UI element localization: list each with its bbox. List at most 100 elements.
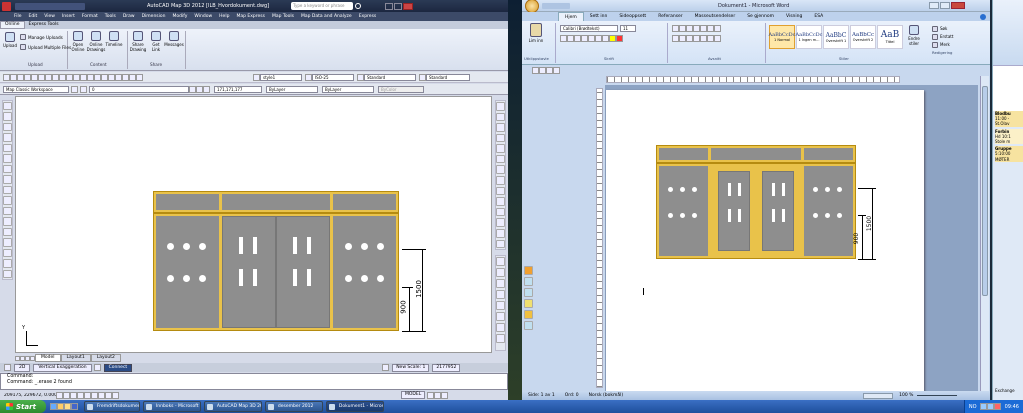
underline-icon[interactable] (574, 35, 581, 42)
new-icon[interactable] (3, 73, 10, 81)
upload-multiple-button[interactable]: Upload Multiple Files (20, 44, 71, 50)
appointment-item[interactable]: St.Olav (995, 121, 1023, 127)
ie-icon[interactable] (49, 403, 57, 410)
explorer-icon[interactable] (63, 403, 71, 410)
linetype-select[interactable]: ByLayer (266, 85, 318, 93)
redo-icon[interactable] (80, 73, 87, 81)
menu-modify[interactable]: Modify (173, 14, 188, 19)
vertical-ruler[interactable] (596, 88, 603, 388)
taskbar-window-dokument1[interactable]: Dokument1 - Microsof... (325, 401, 384, 412)
workspace-select[interactable]: Map Classic Workspace (3, 85, 69, 93)
superscript-icon[interactable] (595, 35, 602, 42)
copy-icon[interactable] (52, 73, 59, 81)
pan-nav-icon[interactable] (496, 257, 505, 266)
status-language[interactable]: Norsk (bokmål) (589, 393, 623, 398)
grid-icon[interactable] (63, 391, 70, 399)
subscript-icon[interactable] (588, 35, 595, 42)
dim-style-select[interactable]: ISO-25 (312, 73, 354, 81)
sheetset-icon[interactable] (136, 73, 143, 81)
style-title[interactable]: AaB Tittel (877, 25, 903, 49)
appointment-item[interactable]: MØTER (995, 156, 1023, 162)
menu-window[interactable]: Window (194, 14, 212, 19)
toolpalette-icon[interactable] (129, 73, 136, 81)
dropdown-icon[interactable] (93, 364, 101, 371)
close-icon[interactable] (403, 2, 414, 10)
bold-icon[interactable] (560, 35, 567, 42)
pan-icon[interactable] (87, 73, 94, 81)
status-new-scale[interactable]: New Scale: 1 (392, 363, 430, 372)
menu-map-express[interactable]: Map Express (236, 14, 265, 19)
make-block-icon[interactable] (3, 227, 12, 237)
font-color-icon[interactable] (616, 35, 623, 42)
point-icon[interactable] (3, 238, 12, 247)
scale-icon[interactable] (496, 176, 505, 185)
tab-sett-inn[interactable]: Sett inn (584, 12, 614, 21)
tab-sideoppsett[interactable]: Sideoppsett (613, 12, 652, 21)
online-drawings-button[interactable]: Online Drawings (87, 31, 105, 52)
style-heading-2[interactable]: AaBbCc Overskrift 2 (850, 25, 876, 49)
mirror-icon[interactable] (496, 123, 505, 132)
scroll-thumb[interactable] (982, 86, 988, 296)
font-size-select[interactable]: 11 (620, 25, 636, 32)
style-heading-1[interactable]: AaBbC Overskrift 1 (823, 25, 849, 49)
document-page[interactable]: 900 1500 (606, 90, 924, 391)
tab-hjem[interactable]: Hjem (558, 11, 584, 22)
maximize-icon[interactable] (940, 2, 951, 9)
calendar-app-icon[interactable] (523, 266, 533, 275)
print-icon[interactable] (24, 73, 31, 81)
zoom-previous-icon[interactable] (108, 73, 115, 81)
menu-map-tools[interactable]: Map Tools (272, 14, 294, 19)
get-link-button[interactable]: Get Link (148, 31, 164, 52)
table-style-select[interactable]: Standard (364, 73, 416, 81)
status-vertical-exaggeration[interactable]: Vertical Exaggeration (33, 363, 92, 372)
status-model[interactable]: MODEL (401, 391, 426, 399)
orbit-icon[interactable] (496, 279, 505, 288)
plotstyle-select[interactable]: ByColor (378, 85, 424, 93)
font-name-select[interactable]: Calibri (Brødtekst) (560, 25, 618, 32)
menu-help[interactable]: Help (219, 14, 229, 19)
menu-express[interactable]: Express (359, 14, 377, 19)
status-page[interactable]: Side: 1 av 1 (528, 393, 555, 398)
numbering-icon[interactable] (679, 25, 686, 32)
ellipse-icon[interactable] (3, 196, 12, 205)
open-icon[interactable] (10, 73, 17, 81)
contacts-app-icon[interactable] (523, 277, 533, 286)
find-button[interactable]: Søk (932, 25, 972, 33)
menu-edit[interactable]: Edit (29, 14, 38, 19)
chamfer-icon[interactable] (496, 239, 505, 249)
tab-esa[interactable]: ESA (808, 12, 829, 21)
highlight-icon[interactable] (609, 35, 616, 42)
maximize-icon[interactable] (394, 2, 403, 10)
upload-button[interactable]: Upload (2, 32, 18, 48)
autocad-app-icon[interactable] (2, 1, 11, 11)
dyn-icon[interactable] (105, 391, 112, 399)
stretch-icon[interactable] (496, 186, 505, 196)
search-icon[interactable] (355, 3, 362, 9)
zoom-icon[interactable] (94, 73, 101, 81)
status-2d[interactable]: 2D (14, 363, 31, 372)
hatch-icon[interactable] (3, 248, 12, 258)
vertical-scrollbar[interactable] (980, 76, 989, 391)
notes-app-icon[interactable] (523, 299, 533, 308)
tab-se-gjennom[interactable]: Se gjennom (741, 12, 780, 21)
menu-map-data[interactable]: Map Data and Analyze (301, 14, 352, 19)
minimize-icon[interactable] (385, 2, 394, 10)
properties-icon[interactable] (115, 73, 122, 81)
ellipse-arc-icon[interactable] (3, 206, 12, 216)
start-button[interactable]: Start (0, 400, 46, 413)
redo-icon[interactable] (546, 67, 553, 74)
text-style-select[interactable]: style1 (260, 73, 302, 81)
status-words[interactable]: Ord: 0 (565, 393, 579, 398)
word-icon[interactable] (70, 403, 78, 410)
appointment-item[interactable]: Stole m (995, 139, 1023, 145)
show-marks-icon[interactable] (714, 25, 721, 32)
insert-block-icon[interactable] (3, 217, 12, 226)
network-icon[interactable] (979, 403, 987, 410)
ortho-icon[interactable] (70, 391, 77, 399)
menu-insert[interactable]: Insert (62, 14, 75, 19)
undo-icon[interactable] (539, 67, 546, 74)
copy-object-icon[interactable] (496, 112, 505, 122)
justify-icon[interactable] (693, 35, 700, 42)
save-icon[interactable] (532, 67, 539, 74)
multilevel-icon[interactable] (686, 25, 693, 32)
